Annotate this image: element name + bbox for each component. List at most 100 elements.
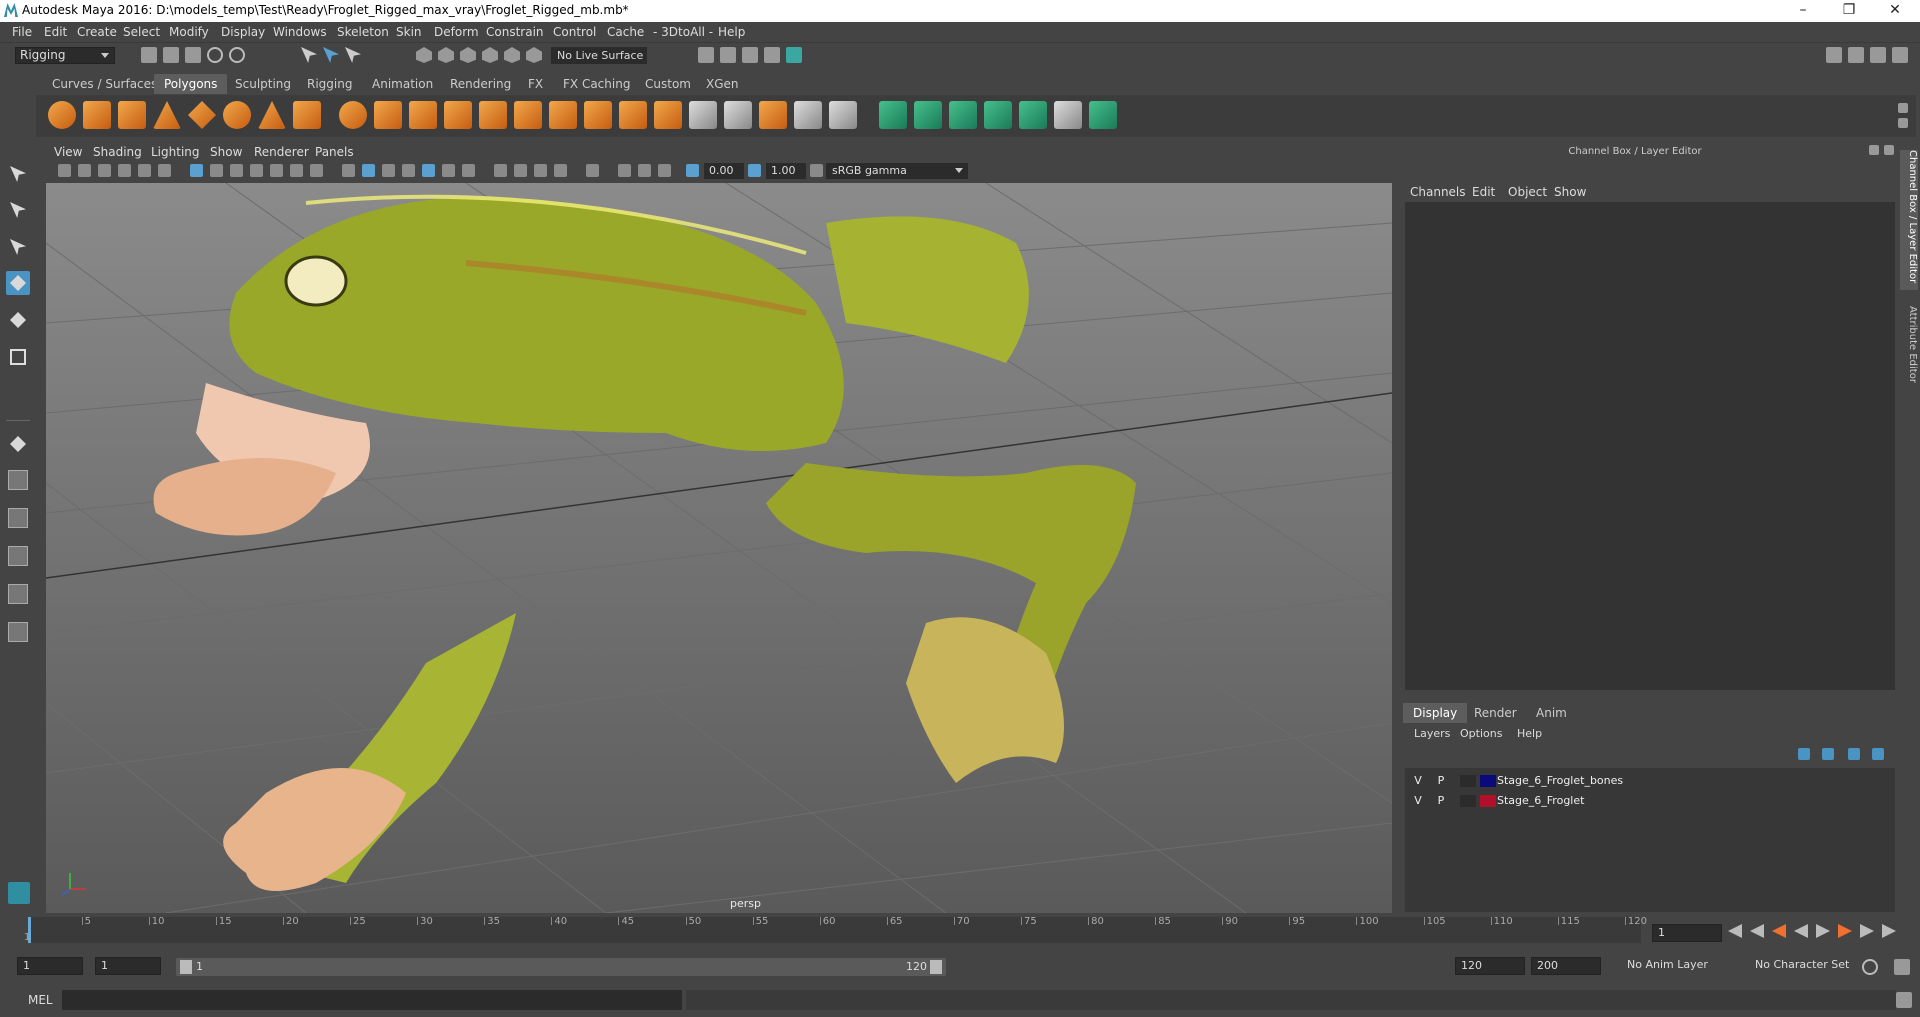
layer-row[interactable]: V P Stage_6_Froglet	[1405, 792, 1890, 810]
layer-name[interactable]: Stage_6_Froglet	[1497, 792, 1584, 810]
vray-icon[interactable]	[786, 47, 802, 63]
tab-fx[interactable]: FX	[518, 74, 553, 94]
render-settings-icon[interactable]	[742, 47, 758, 63]
layer-menu-layers[interactable]: Layers	[1414, 727, 1450, 740]
tab-xgen[interactable]: XGen	[696, 74, 749, 94]
poly-torus-icon[interactable]	[223, 101, 251, 129]
script-editor-icon[interactable]	[1896, 992, 1912, 1008]
smooth-icon[interactable]	[444, 101, 472, 129]
menu-select[interactable]: Select	[123, 25, 160, 39]
poly-pipe-icon[interactable]	[293, 101, 321, 129]
separate-icon[interactable]	[374, 101, 402, 129]
layer-tab-render[interactable]: Render	[1464, 703, 1527, 723]
tab-animation[interactable]: Animation	[362, 74, 443, 94]
grid-toggle-icon[interactable]	[190, 164, 203, 177]
select-camera-icon[interactable]	[58, 164, 71, 177]
tab-sculpting[interactable]: Sculpting	[225, 74, 301, 94]
character-set-dropdown[interactable]: No Character Set	[1750, 957, 1862, 975]
side-tab-channel-box[interactable]: Channel Box / Layer Editor	[1900, 150, 1918, 290]
outliner-icon[interactable]	[1848, 47, 1864, 63]
exposure-field[interactable]: 0.00	[704, 163, 744, 179]
layer-display-type[interactable]	[1460, 795, 1476, 807]
gamma-field[interactable]: 1.00	[766, 163, 806, 179]
poly-cylinder-icon[interactable]	[118, 101, 146, 129]
side-tab-attribute-editor[interactable]: Attribute Editor	[1900, 306, 1918, 396]
field-chart-icon[interactable]	[270, 164, 283, 177]
grease-pencil-icon[interactable]	[158, 164, 171, 177]
command-input[interactable]	[62, 990, 682, 1010]
bookmark-icon[interactable]	[98, 164, 111, 177]
layer-color-swatch[interactable]	[1480, 795, 1496, 807]
tab-rigging[interactable]: Rigging	[297, 74, 362, 94]
open-scene-icon[interactable]	[163, 47, 179, 63]
safe-action-icon[interactable]	[290, 164, 303, 177]
viewport-menu-lighting[interactable]: Lighting	[151, 145, 200, 159]
paint-select-tool[interactable]	[6, 235, 30, 259]
menu-constrain[interactable]: Constrain	[486, 25, 544, 39]
layer-visibility-toggle[interactable]: V	[1410, 792, 1426, 810]
menu-file[interactable]: File	[12, 25, 32, 39]
range-start-handle[interactable]	[180, 960, 192, 974]
xray-joints-icon[interactable]	[638, 164, 651, 177]
anim-layer-dropdown[interactable]: No Anim Layer	[1622, 957, 1734, 975]
channel-box-menu-object[interactable]: Object	[1508, 185, 1547, 199]
auto-key-icon[interactable]	[1862, 959, 1878, 975]
viewport-menu-view[interactable]: View	[54, 145, 82, 159]
merge-icon[interactable]	[829, 101, 857, 129]
quad-draw-icon[interactable]	[794, 101, 822, 129]
layer-playback-toggle[interactable]: P	[1433, 772, 1449, 790]
panel-close-icon[interactable]	[1884, 145, 1894, 155]
motion-blur-icon[interactable]	[514, 164, 527, 177]
restore-button[interactable]: ❐	[1826, 0, 1872, 22]
uv-automatic-icon[interactable]	[984, 101, 1012, 129]
color-management-icon[interactable]	[810, 164, 823, 177]
layer-tab-anim[interactable]: Anim	[1526, 703, 1577, 723]
channel-box-menu-channels[interactable]: Channels	[1410, 185, 1466, 199]
layer-tab-display[interactable]: Display	[1403, 703, 1468, 723]
new-scene-icon[interactable]	[141, 47, 157, 63]
animation-start-field[interactable]: 1	[17, 957, 83, 975]
gamma-icon[interactable]	[748, 164, 761, 177]
undo-icon[interactable]	[207, 47, 223, 63]
default-material-icon[interactable]	[382, 164, 395, 177]
rotate-tool[interactable]	[6, 308, 30, 332]
wireframe-on-shaded-icon[interactable]	[402, 164, 415, 177]
playback-end-field[interactable]: 120	[1455, 957, 1525, 975]
viewport-menu-renderer[interactable]: Renderer	[254, 145, 309, 159]
menu-windows[interactable]: Windows	[273, 25, 327, 39]
command-language-label[interactable]: MEL	[28, 993, 53, 1007]
current-frame-field[interactable]: 1	[1652, 924, 1722, 942]
layer-visibility-toggle[interactable]: V	[1410, 772, 1426, 790]
new-empty-layer-icon[interactable]	[1848, 748, 1860, 760]
menu-skeleton[interactable]: Skeleton	[337, 25, 389, 39]
bridge-icon[interactable]	[584, 101, 612, 129]
menu-3dtoall[interactable]: - 3DtoAll -	[653, 25, 713, 39]
viewport-menu-shading[interactable]: Shading	[93, 145, 142, 159]
single-perspective-layout[interactable]	[6, 432, 30, 456]
camera-attributes-icon[interactable]	[78, 164, 91, 177]
playback-start-field[interactable]: 1	[95, 957, 161, 975]
film-gate-icon[interactable]	[210, 164, 223, 177]
panel-float-icon[interactable]	[1869, 145, 1879, 155]
select-tool[interactable]	[6, 162, 30, 186]
redo-icon[interactable]	[229, 47, 245, 63]
menu-help[interactable]: Help	[718, 25, 745, 39]
uv-cylindrical-icon[interactable]	[914, 101, 942, 129]
mirror-icon[interactable]	[514, 101, 542, 129]
range-slider-bar[interactable]	[176, 958, 946, 976]
channel-box-toggle-icon[interactable]	[1892, 47, 1908, 63]
layout-options[interactable]	[6, 655, 30, 679]
resolution-gate-icon[interactable]	[230, 164, 243, 177]
multi-cut-icon[interactable]	[689, 101, 717, 129]
shadows-icon[interactable]	[462, 164, 475, 177]
combine-icon[interactable]	[339, 101, 367, 129]
viewport-menu-show[interactable]: Show	[210, 145, 242, 159]
gate-mask-icon[interactable]	[250, 164, 263, 177]
ipr-render-icon[interactable]	[720, 47, 736, 63]
use-all-lights-icon[interactable]	[442, 164, 455, 177]
perspective-viewport[interactable]: persp	[46, 183, 1392, 913]
layer-row[interactable]: V P Stage_6_Froglet_bones	[1405, 772, 1890, 790]
tab-rendering[interactable]: Rendering	[440, 74, 521, 94]
menu-deform[interactable]: Deform	[434, 25, 479, 39]
extract-icon[interactable]	[409, 101, 437, 129]
